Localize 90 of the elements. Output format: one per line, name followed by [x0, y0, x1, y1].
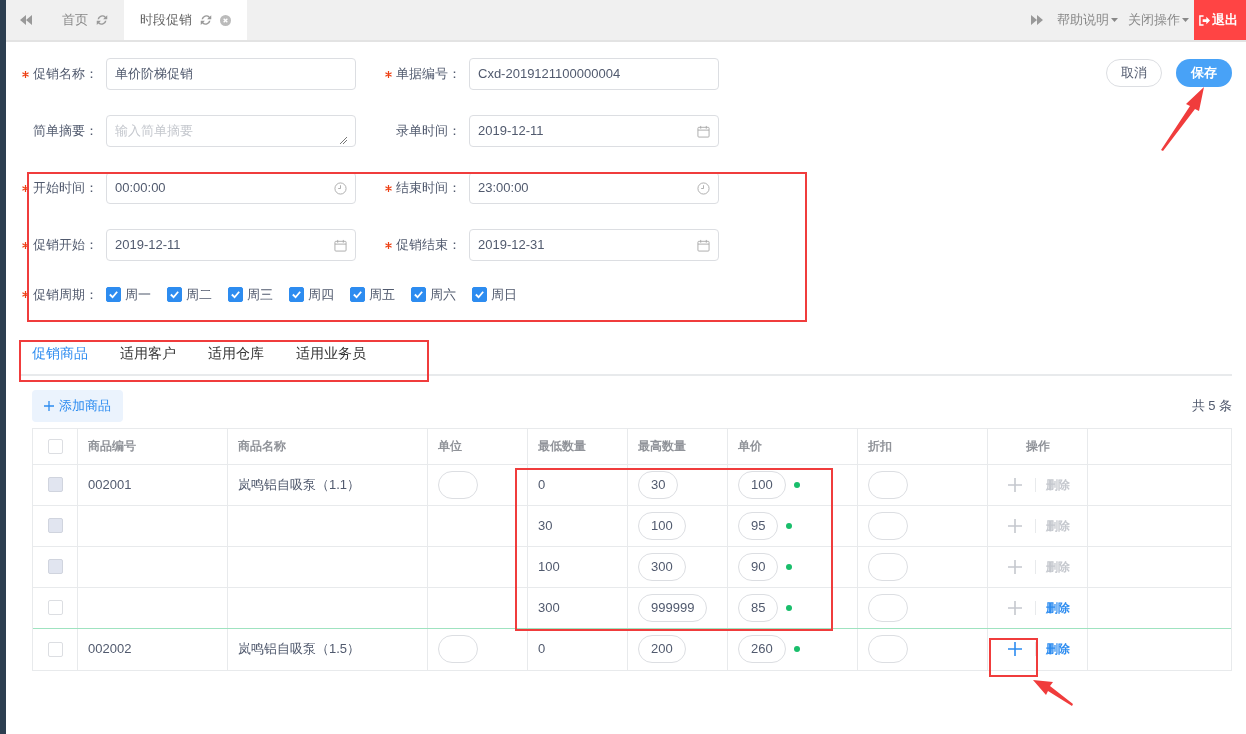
- column-header: 单价: [738, 438, 762, 455]
- checkbox[interactable]: [472, 287, 487, 303]
- date-field[interactable]: 2019-12-11: [469, 115, 719, 147]
- field-label: 开始时间：: [33, 179, 98, 198]
- table-cell-text: 0: [538, 475, 546, 494]
- table-cell-text: 岚鸣铝自吸泵（1.1）: [238, 475, 361, 494]
- table-cell-text: 300: [538, 598, 560, 617]
- column-header: 商品编号: [88, 438, 136, 455]
- tab[interactable]: 促销商品: [20, 342, 100, 374]
- tab-label: 首页: [62, 11, 88, 30]
- tab[interactable]: 适用仓库: [196, 342, 276, 374]
- close-icon[interactable]: [220, 14, 231, 26]
- column-header: 最高数量: [638, 438, 686, 455]
- column-header: 单位: [438, 438, 462, 455]
- checkbox-label: 周日: [491, 286, 517, 304]
- checkbox-label: 周三: [247, 286, 273, 304]
- calendar-icon: [697, 238, 710, 252]
- field-label: 促销结束：: [396, 236, 461, 255]
- calendar-icon: [334, 238, 347, 252]
- checkbox[interactable]: [350, 287, 365, 303]
- unit-field[interactable]: [438, 635, 478, 663]
- time-field[interactable]: 00:00:00: [106, 172, 356, 204]
- tab[interactable]: 适用客户: [108, 342, 188, 374]
- check-icon: [474, 289, 485, 301]
- annotation-arrow: [1032, 678, 1074, 708]
- plus-icon: [44, 400, 54, 411]
- max-quantity-field[interactable]: 999999: [638, 593, 708, 622]
- time-field[interactable]: 23:00:00: [469, 172, 719, 204]
- field-label: 结束时间：: [396, 179, 461, 198]
- check-icon: [108, 289, 119, 301]
- checkbox-label: 周六: [430, 286, 456, 304]
- discount-field[interactable]: [868, 593, 908, 622]
- check-icon: [230, 289, 241, 301]
- field-label: 单据编号：: [396, 65, 461, 84]
- tab-label: 时段促销: [140, 11, 192, 30]
- field-label: 促销开始：: [33, 236, 98, 255]
- max-quantity-field[interactable]: 200: [638, 635, 686, 663]
- tab[interactable]: 适用业务员: [284, 342, 378, 374]
- check-icon: [352, 289, 363, 301]
- checkbox-label: 周一: [125, 286, 151, 304]
- refresh-icon[interactable]: [200, 14, 212, 26]
- table-cell-text: 100: [538, 557, 560, 576]
- checkbox[interactable]: [289, 287, 304, 303]
- check-icon: [413, 289, 424, 301]
- table-cell-text: 30: [538, 516, 553, 535]
- column-header: 折扣: [868, 438, 892, 455]
- total-count: 共 5 条: [1191, 396, 1232, 415]
- checkbox[interactable]: [411, 287, 426, 303]
- date-field[interactable]: 2019-12-11: [106, 229, 356, 261]
- checkbox[interactable]: [106, 287, 121, 303]
- add-row-button[interactable]: [1005, 639, 1025, 659]
- clock-icon: [334, 181, 347, 195]
- checkbox-label: 周五: [369, 286, 395, 304]
- table-cell-text: 0: [538, 640, 546, 659]
- checkbox[interactable]: [167, 287, 182, 303]
- input-field[interactable]: 单价阶梯促销: [106, 58, 356, 90]
- field-label: 促销周期：: [33, 286, 98, 304]
- delete-link[interactable]: 删除: [1046, 598, 1070, 617]
- column-header: 商品名称: [238, 438, 286, 455]
- checkbox-label: 周二: [186, 286, 212, 304]
- date-field[interactable]: 2019-12-31: [469, 229, 719, 261]
- caret-icon: [1111, 18, 1118, 22]
- clock-icon: [697, 181, 710, 195]
- column-header: 操作: [1025, 438, 1050, 455]
- page-tab[interactable]: 时段促销: [124, 0, 247, 40]
- calendar-icon: [697, 124, 710, 138]
- table-cell-text: 002001: [88, 475, 132, 494]
- caret-icon: [1182, 18, 1189, 22]
- table-cell-text: 002002: [88, 640, 132, 659]
- field-label: 简单摘要：: [33, 122, 98, 141]
- column-header: 最低数量: [538, 438, 586, 455]
- delete-link[interactable]: 删除: [1046, 640, 1070, 658]
- field-label: 促销名称：: [33, 65, 98, 84]
- checkbox[interactable]: [228, 287, 243, 303]
- refresh-icon[interactable]: [96, 14, 108, 26]
- exit-icon: [1199, 14, 1210, 26]
- discount-field[interactable]: [868, 635, 908, 663]
- check-icon: [291, 289, 302, 301]
- resize-handle-icon[interactable]: [339, 136, 347, 144]
- annotation-frame: [989, 638, 1038, 677]
- table-cell-text: 岚鸣铝自吸泵（1.5）: [238, 640, 361, 659]
- input-field[interactable]: Cxd-2019121100000004: [469, 58, 719, 90]
- check-icon: [169, 289, 180, 301]
- discount-field[interactable]: [868, 511, 908, 540]
- checkbox-label: 周四: [308, 286, 334, 304]
- price-field[interactable]: 260: [738, 635, 786, 663]
- field-label: 录单时间：: [396, 122, 461, 141]
- discount-field[interactable]: [868, 552, 908, 581]
- discount-field[interactable]: [868, 470, 908, 499]
- price-field[interactable]: 85: [738, 593, 779, 622]
